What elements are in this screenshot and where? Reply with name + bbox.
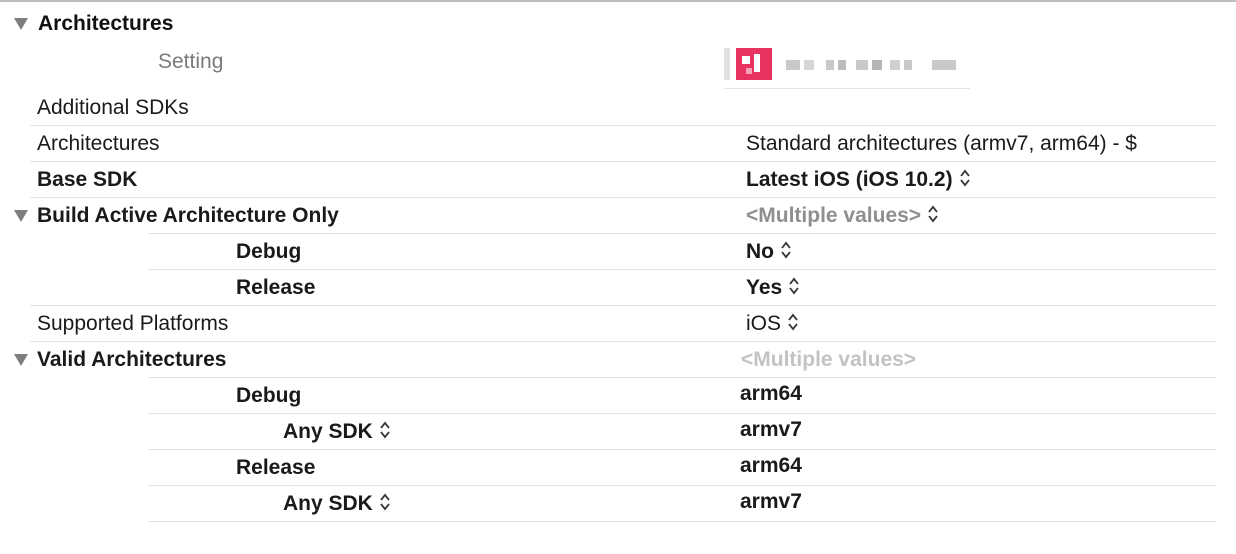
sdk-condition-popup[interactable]: Any SDK xyxy=(283,414,391,450)
disclosure-triangle-icon[interactable] xyxy=(14,354,28,366)
build-active-debug-popup[interactable]: No xyxy=(746,234,792,270)
up-down-stepper-icon xyxy=(789,278,799,295)
sdk-condition-label: Any SDK xyxy=(283,492,373,515)
header-divider xyxy=(724,88,970,89)
valid-debug-any-value[interactable]: armv7 xyxy=(740,412,802,448)
target-name-blurred xyxy=(786,60,961,74)
valid-release-any-value[interactable]: armv7 xyxy=(740,484,802,520)
config-label: Release xyxy=(236,276,316,299)
up-down-stepper-icon xyxy=(380,494,390,511)
supported-platforms-value: iOS xyxy=(746,312,782,335)
column-header-setting: Setting xyxy=(158,50,224,73)
setting-label: Base SDK xyxy=(37,168,138,191)
architectures-value[interactable]: Standard architectures (armv7, arm64) - … xyxy=(746,126,1137,162)
setting-row-valid-debug-any-sdk[interactable]: Any SDK armv7 xyxy=(0,414,1236,450)
setting-row-build-active-debug[interactable]: Debug No xyxy=(0,234,1236,270)
base-sdk-popup[interactable]: Latest iOS (iOS 10.2) xyxy=(746,162,971,198)
setting-label: Architectures xyxy=(37,132,160,155)
disclosure-triangle-icon[interactable] xyxy=(14,18,28,30)
build-active-value: <Multiple values> xyxy=(746,204,922,227)
sdk-condition-label: Any SDK xyxy=(283,420,373,443)
setting-label: Additional SDKs xyxy=(37,96,189,119)
setting-row-valid-debug[interactable]: Debug arm64 xyxy=(0,378,1236,414)
build-active-release-popup[interactable]: Yes xyxy=(746,270,800,306)
setting-label: Supported Platforms xyxy=(37,312,229,335)
build-active-popup[interactable]: <Multiple values> xyxy=(746,198,939,234)
setting-row-build-active-release[interactable]: Release Yes xyxy=(0,270,1236,306)
section-header-architectures[interactable]: Architectures xyxy=(14,10,173,38)
setting-label: Build Active Architecture Only xyxy=(37,204,339,227)
config-label: Debug xyxy=(236,384,302,407)
top-border xyxy=(0,0,1236,2)
up-down-stepper-icon xyxy=(781,242,791,259)
build-active-debug-value: No xyxy=(746,240,774,263)
setting-row-architectures[interactable]: Architectures Standard architectures (ar… xyxy=(0,126,1236,162)
setting-row-base-sdk[interactable]: Base SDK Latest iOS (iOS 10.2) xyxy=(0,162,1236,198)
valid-debug-value[interactable]: arm64 xyxy=(740,376,802,412)
disclosure-triangle-icon[interactable] xyxy=(14,210,28,222)
config-label: Release xyxy=(236,456,316,479)
setting-row-supported-platforms[interactable]: Supported Platforms iOS xyxy=(0,306,1236,342)
target-app-icon xyxy=(724,48,772,80)
up-down-stepper-icon xyxy=(959,170,970,187)
setting-row-additional-sdks[interactable]: Additional SDKs xyxy=(0,90,1236,126)
base-sdk-value: Latest iOS (iOS 10.2) xyxy=(746,168,953,191)
build-active-release-value: Yes xyxy=(746,276,783,299)
sdk-condition-popup[interactable]: Any SDK xyxy=(283,486,391,522)
setting-label: Valid Architectures xyxy=(37,348,227,371)
supported-platforms-popup[interactable]: iOS xyxy=(746,306,799,342)
setting-row-build-active-arch[interactable]: Build Active Architecture Only <Multiple… xyxy=(0,198,1236,234)
up-down-stepper-icon xyxy=(788,314,798,331)
valid-archs-value[interactable]: <Multiple values> xyxy=(741,342,916,378)
setting-row-valid-archs[interactable]: Valid Architectures <Multiple values> xyxy=(0,342,1236,378)
setting-row-valid-release-any-sdk[interactable]: Any SDK armv7 xyxy=(0,486,1236,522)
valid-release-value[interactable]: arm64 xyxy=(740,448,802,484)
setting-row-valid-release[interactable]: Release arm64 xyxy=(0,450,1236,486)
up-down-stepper-icon xyxy=(928,206,938,223)
up-down-stepper-icon xyxy=(380,422,390,439)
config-label: Debug xyxy=(236,240,302,263)
section-title: Architectures xyxy=(38,12,174,35)
